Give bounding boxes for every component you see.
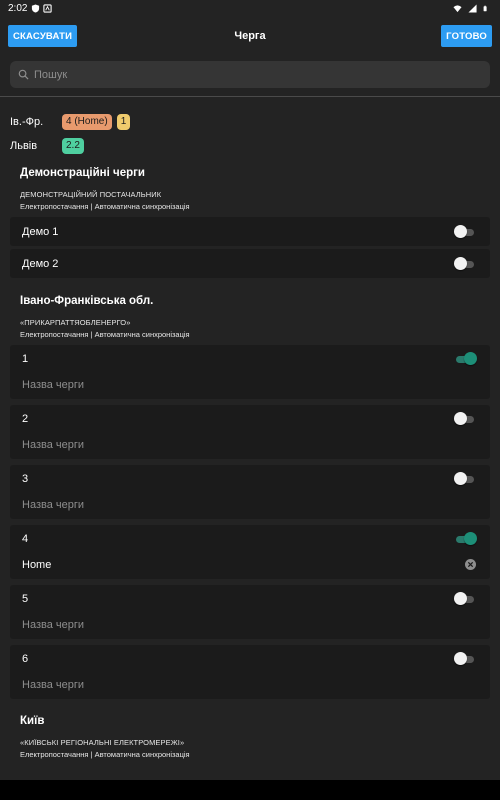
enable-toggle[interactable]: [454, 256, 476, 271]
provider-name: «КИЇВСЬКІ РЕГІОНАЛЬНІ ЕЛЕКТРОМЕРЕЖІ»: [20, 738, 185, 747]
demo-queue-label: Демо 2: [22, 257, 59, 270]
queue-number: 2: [22, 413, 29, 425]
summary-row-lviv: Львів 2.2: [10, 137, 490, 155]
queue-card: 2 Назва черги: [10, 405, 490, 459]
queue-card: 1 Назва черги: [10, 345, 490, 399]
summary-label: Львів: [10, 140, 38, 152]
queue-number: 5: [22, 593, 29, 605]
enable-toggle[interactable]: [454, 472, 476, 486]
status-bar: 2:02: [0, 0, 500, 16]
enable-toggle[interactable]: [454, 592, 476, 606]
provider-name: ДЕМОНСТРАЦІЙНИЙ ПОСТАЧАЛЬНИК: [20, 190, 162, 199]
signal-icon: [468, 3, 477, 13]
queue-name-field[interactable]: Назва черги: [22, 679, 84, 691]
queue-card: 5 Назва черги: [10, 585, 490, 639]
search-icon: [18, 69, 29, 80]
queue-chip: 4 (Home): [62, 114, 112, 130]
provider-info: Електропостачання | Автоматична синхроні…: [20, 330, 190, 339]
queue-name-field[interactable]: Назва черги: [22, 439, 84, 451]
demo-queue-item[interactable]: Демо 2: [10, 249, 490, 278]
section-title-if: Івано-Франківська обл.: [20, 295, 154, 307]
shield-icon: [32, 3, 40, 13]
enable-toggle[interactable]: [454, 652, 476, 666]
enable-toggle[interactable]: [454, 412, 476, 426]
section-title-kyiv: Київ: [20, 715, 45, 727]
provider-name: «ПРИКАРПАТТЯОБЛЕНЕРГО»: [20, 318, 131, 327]
status-time: 2:02: [8, 2, 28, 14]
queue-number: 6: [22, 653, 29, 665]
search-bar[interactable]: [10, 61, 490, 88]
queue-name-field[interactable]: Назва черги: [22, 619, 84, 631]
queue-name-field[interactable]: Home: [22, 559, 51, 571]
done-button[interactable]: ГОТОВО: [441, 25, 492, 47]
queue-number: 1: [22, 353, 29, 365]
search-input[interactable]: [34, 68, 482, 81]
cancel-button[interactable]: СКАСУВАТИ: [8, 25, 78, 47]
queue-chip: 2.2: [62, 138, 84, 154]
wifi-icon: [453, 4, 462, 12]
section-title-demo: Демонстраційні черги: [20, 167, 145, 179]
provider-info: Електропостачання | Автоматична синхроні…: [20, 202, 190, 211]
enable-toggle[interactable]: [454, 352, 477, 366]
summary-row-if: Ів.-Фр. 4 (Home) 1: [10, 113, 490, 131]
queue-number: 4: [22, 533, 29, 545]
demo-queue-label: Демо 1: [22, 225, 59, 238]
queue-chip: 1: [116, 114, 131, 130]
demo-queue-item[interactable]: Демо 1: [10, 217, 490, 246]
queue-number: 3: [22, 473, 29, 485]
enable-toggle[interactable]: [454, 224, 476, 239]
app-screen: 2:02 СКАСУВАТИ Черга ГОТОВО Ів.-Фр. 4 (H…: [0, 0, 500, 780]
provider-info: Електропостачання | Автоматична синхроні…: [20, 750, 190, 759]
selected-summary: Ів.-Фр. 4 (Home) 1 Львів 2.2: [0, 113, 500, 155]
clear-button[interactable]: [465, 559, 476, 570]
divider: [0, 96, 500, 97]
notification-icon: [43, 3, 53, 13]
clear-icon: [465, 559, 476, 570]
enable-toggle[interactable]: [454, 532, 477, 546]
top-bar: СКАСУВАТИ Черга ГОТОВО: [0, 16, 500, 56]
queue-card: 3 Назва черги: [10, 465, 490, 519]
battery-icon: [483, 5, 487, 11]
queue-name-field[interactable]: Назва черги: [22, 379, 84, 391]
queue-name-field[interactable]: Назва черги: [22, 499, 84, 511]
summary-label: Ів.-Фр.: [10, 116, 44, 128]
queue-card: 4 Home: [10, 525, 490, 579]
queue-card: 6 Назва черги: [10, 645, 490, 699]
